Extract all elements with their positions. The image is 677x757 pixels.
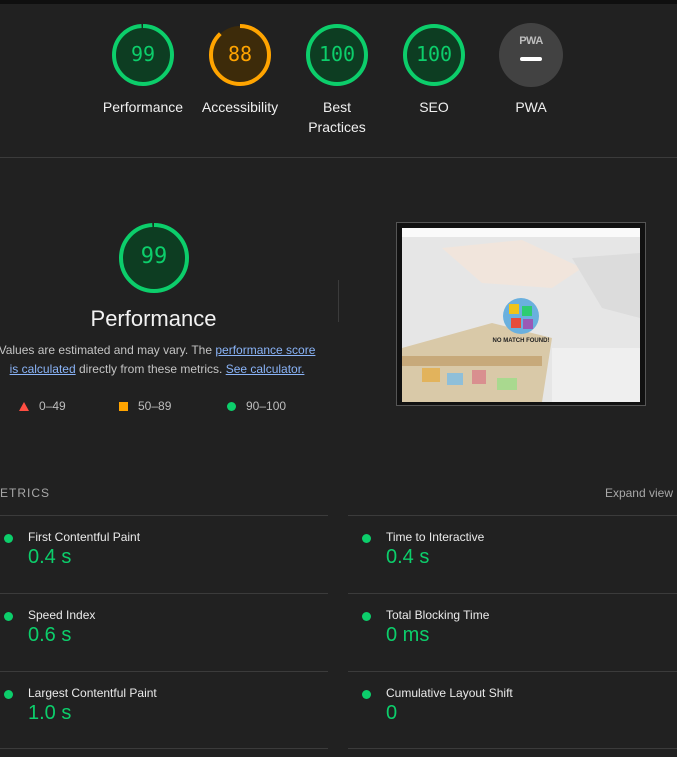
metric-name: Speed Index [28, 608, 96, 622]
vertical-separator [338, 280, 339, 322]
gauge-score: 88 [227, 42, 253, 66]
gauge-score: 100 [318, 42, 356, 66]
dash-icon [520, 57, 542, 61]
screenshot-image: NO MATCH FOUND! [402, 228, 640, 402]
metric-divider [348, 671, 677, 672]
metric-value: 0.4 s [386, 546, 430, 568]
calculator-link[interactable]: See calculator. [226, 362, 305, 376]
pwa-badge: PWA [499, 23, 563, 87]
performance-description: Values are estimated and may vary. The p… [0, 341, 316, 379]
gauge-pwa[interactable]: PWA PWA [471, 23, 591, 117]
metric-value: 0 ms [386, 624, 430, 646]
pwa-badge-text: PWA [519, 35, 543, 47]
pass-icon [4, 534, 13, 543]
top-border [0, 0, 677, 4]
triangle-icon [19, 402, 29, 412]
gauge-score: 100 [415, 42, 453, 66]
legend-fail: 0–49 [19, 399, 66, 413]
legend-pass: 90–100 [227, 399, 286, 413]
pass-icon [362, 690, 371, 699]
metric-value: 0.4 s [28, 546, 72, 568]
no-match-text: NO MATCH FOUND! [492, 338, 550, 344]
legend-range: 90–100 [246, 399, 287, 413]
desc-text: Values are estimated and may vary. The [0, 343, 216, 357]
metric-divider [0, 593, 328, 594]
legend-average: 50–89 [119, 399, 171, 413]
pass-icon [362, 534, 371, 543]
pass-icon [362, 612, 371, 621]
metric-divider [0, 748, 328, 749]
metric-name: First Contentful Paint [28, 530, 141, 544]
metric-divider [348, 515, 677, 516]
metric-name: Cumulative Layout Shift [386, 686, 513, 700]
legend-range: 50–89 [138, 399, 172, 413]
metric-name: Largest Contentful Paint [28, 686, 157, 700]
gauge-score: 99 [130, 42, 156, 66]
metric-name: Time to Interactive [386, 530, 485, 544]
performance-title: Performance [90, 306, 217, 331]
final-screenshot[interactable]: NO MATCH FOUND! [396, 222, 646, 406]
screenshot-scene [402, 237, 640, 402]
pass-icon [4, 612, 13, 621]
section-divider [0, 157, 677, 158]
metric-divider [348, 748, 677, 749]
gauge-label: Best Practices [308, 99, 366, 135]
metric-divider [0, 671, 328, 672]
metrics-heading: ETRICS [0, 486, 51, 500]
metric-value: 0.6 s [28, 624, 72, 646]
gauge-label: PWA [515, 99, 547, 115]
metric-divider [0, 515, 328, 516]
performance-score: 99 [140, 244, 168, 269]
metric-value: 0 [386, 702, 398, 724]
circle-icon [227, 402, 236, 412]
legend-range: 0–49 [39, 399, 66, 413]
metric-value: 1.0 s [28, 702, 72, 724]
metric-divider [348, 593, 677, 594]
metric-name: Total Blocking Time [386, 608, 490, 622]
square-icon [119, 402, 128, 412]
performance-gauge-large: 99 [118, 222, 190, 294]
pass-icon [4, 690, 13, 699]
desc-text: directly from these metrics. [75, 362, 226, 376]
expand-view-toggle[interactable]: Expand view [605, 486, 673, 500]
